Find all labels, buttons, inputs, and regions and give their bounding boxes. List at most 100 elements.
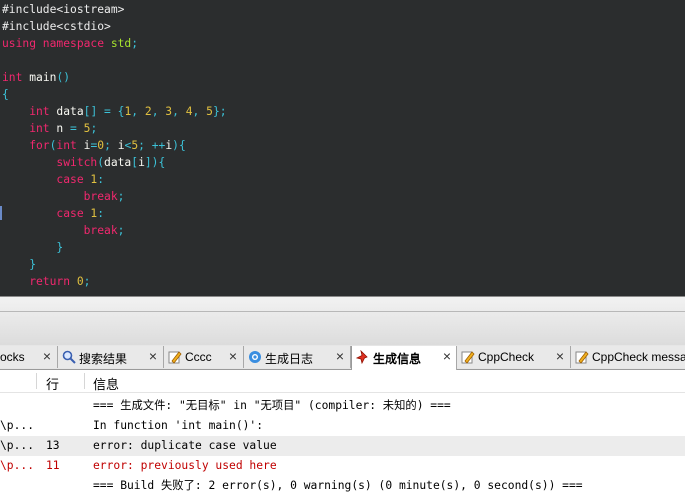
column-divider[interactable] bbox=[84, 373, 85, 389]
code-token: 5 bbox=[206, 105, 213, 118]
close-icon[interactable]: × bbox=[41, 349, 53, 363]
build-message-row[interactable]: \p... 13 error: duplicate case value bbox=[0, 436, 685, 456]
code-line[interactable]: } bbox=[2, 239, 63, 256]
code-token: , bbox=[131, 105, 145, 118]
tab-1[interactable]: ocks × bbox=[0, 346, 58, 368]
message-line: 11 bbox=[46, 459, 60, 472]
tab-6[interactable]: CppCheck × bbox=[457, 346, 571, 368]
tab-5[interactable]: 生成信息 × bbox=[351, 346, 457, 370]
build-message-row[interactable]: \p... 11 error: previously used here bbox=[0, 456, 685, 476]
close-icon[interactable]: × bbox=[227, 349, 239, 363]
code-line[interactable]: for(int i=0; i<5; ++i){ bbox=[2, 137, 186, 154]
code-line[interactable]: break; bbox=[2, 188, 125, 205]
code-line[interactable]: switch(data[i]){ bbox=[2, 154, 165, 171]
tab-3[interactable]: Cccc × bbox=[164, 346, 244, 368]
tab-label: 生成日志 bbox=[265, 352, 314, 366]
pushpin-icon bbox=[355, 349, 370, 365]
code-token: ; bbox=[131, 37, 139, 50]
code-token: std bbox=[110, 37, 132, 50]
tab-4[interactable]: 生成日志 × bbox=[244, 346, 351, 368]
code-token: 4 bbox=[185, 105, 193, 118]
code-token: case bbox=[2, 173, 91, 186]
code-token: for bbox=[2, 139, 50, 152]
build-message-row[interactable]: === Build 失败了: 2 error(s), 0 warning(s) … bbox=[0, 476, 685, 496]
code-token: ; bbox=[83, 275, 91, 288]
code-line[interactable]: return 0; bbox=[2, 273, 90, 290]
code-token: ){ bbox=[172, 139, 186, 152]
code-token: case bbox=[2, 207, 91, 220]
column-divider[interactable] bbox=[36, 373, 37, 389]
code-token: 2 bbox=[144, 105, 152, 118]
tab-label: 生成信息 bbox=[373, 352, 422, 366]
tab-label: CppCheck messa bbox=[592, 350, 685, 364]
code-token: main bbox=[29, 71, 57, 84]
message-file: \p... bbox=[0, 419, 35, 432]
code-token: ; bbox=[117, 224, 125, 237]
code-token: , bbox=[192, 105, 207, 118]
code-token: } bbox=[2, 241, 64, 254]
message-text: error: duplicate case value bbox=[93, 439, 277, 452]
code-token: break bbox=[2, 190, 118, 203]
code-token: #include<iostream> bbox=[2, 3, 125, 16]
code-token: { bbox=[2, 88, 9, 101]
close-icon[interactable]: × bbox=[334, 349, 346, 363]
tab-7[interactable]: CppCheck messa bbox=[571, 346, 685, 368]
build-message-row[interactable]: \p... In function 'int main()': bbox=[0, 416, 685, 436]
code-token: data bbox=[56, 105, 84, 118]
code-line[interactable]: int n = 5; bbox=[2, 120, 97, 137]
code-line[interactable]: using namespace std; bbox=[2, 35, 138, 52]
code-token: ; bbox=[117, 190, 125, 203]
message-line: 13 bbox=[46, 439, 60, 452]
code-token: int bbox=[2, 71, 30, 84]
code-token: int bbox=[2, 105, 57, 118]
code-line[interactable]: { bbox=[2, 86, 9, 103]
code-line[interactable]: int data[] = {1, 2, 3, 4, 5}; bbox=[2, 103, 227, 120]
code-token: : bbox=[97, 173, 105, 186]
code-token: break bbox=[2, 224, 118, 237]
message-text: error: previously used here bbox=[93, 459, 277, 472]
code-token: return bbox=[2, 275, 77, 288]
build-message-row[interactable]: === 生成文件: "无目标" in "无项目" (compiler: 未知的)… bbox=[0, 396, 685, 416]
close-icon[interactable]: × bbox=[441, 349, 453, 363]
pencil-icon bbox=[461, 350, 475, 364]
code-token: ( bbox=[97, 156, 105, 169]
pencil-icon bbox=[168, 350, 182, 364]
message-text: In function 'int main()': bbox=[93, 419, 264, 432]
tab-2[interactable]: 搜索结果 × bbox=[58, 346, 164, 368]
code-token: 0 bbox=[76, 275, 84, 288]
logs-tab-strip: ocks × 搜索结果 × Cccc × 生成日志 × 生成信息 × CppCheck × CppChe… bbox=[0, 345, 685, 370]
code-token: ; bbox=[90, 122, 98, 135]
code-token: i bbox=[138, 156, 145, 169]
close-icon[interactable]: × bbox=[554, 349, 566, 363]
code-token: int bbox=[2, 122, 57, 135]
message-file: \p... bbox=[0, 459, 35, 472]
close-icon[interactable]: × bbox=[147, 349, 159, 363]
code-line[interactable]: case 1: bbox=[2, 205, 104, 222]
code-token: ]){ bbox=[144, 156, 166, 169]
panel-splitter[interactable] bbox=[0, 297, 685, 345]
code-token: = bbox=[63, 122, 84, 135]
column-header-line[interactable]: 行 bbox=[46, 374, 59, 393]
code-token: int bbox=[56, 139, 84, 152]
build-messages-panel: 行 信息 === 生成文件: "无目标" in "无项目" (compiler:… bbox=[0, 370, 685, 503]
code-editor[interactable]: #include<iostream> #include<cstdio> using … bbox=[0, 0, 685, 296]
tab-label: 搜索结果 bbox=[79, 352, 128, 366]
code-token: switch bbox=[2, 156, 98, 169]
pencil-icon bbox=[575, 350, 589, 364]
code-line[interactable]: break; bbox=[2, 222, 125, 239]
code-token: data bbox=[104, 156, 132, 169]
code-line[interactable]: int main() bbox=[2, 69, 70, 86]
code-line[interactable]: #include<iostream> bbox=[2, 1, 124, 18]
code-token: #include<cstdio> bbox=[2, 20, 111, 33]
message-file: \p... bbox=[0, 439, 35, 452]
code-line[interactable]: } bbox=[2, 256, 36, 273]
code-line[interactable]: case 1: bbox=[2, 171, 104, 188]
code-token: , bbox=[151, 105, 166, 118]
column-header-message[interactable]: 信息 bbox=[93, 374, 119, 393]
code-line[interactable]: #include<cstdio> bbox=[2, 18, 111, 35]
code-token: , bbox=[172, 105, 186, 118]
code-token: using namespace bbox=[2, 37, 111, 50]
code-token: }; bbox=[212, 105, 227, 118]
code-token: ; ++ bbox=[138, 139, 166, 152]
gear-icon bbox=[248, 350, 262, 364]
